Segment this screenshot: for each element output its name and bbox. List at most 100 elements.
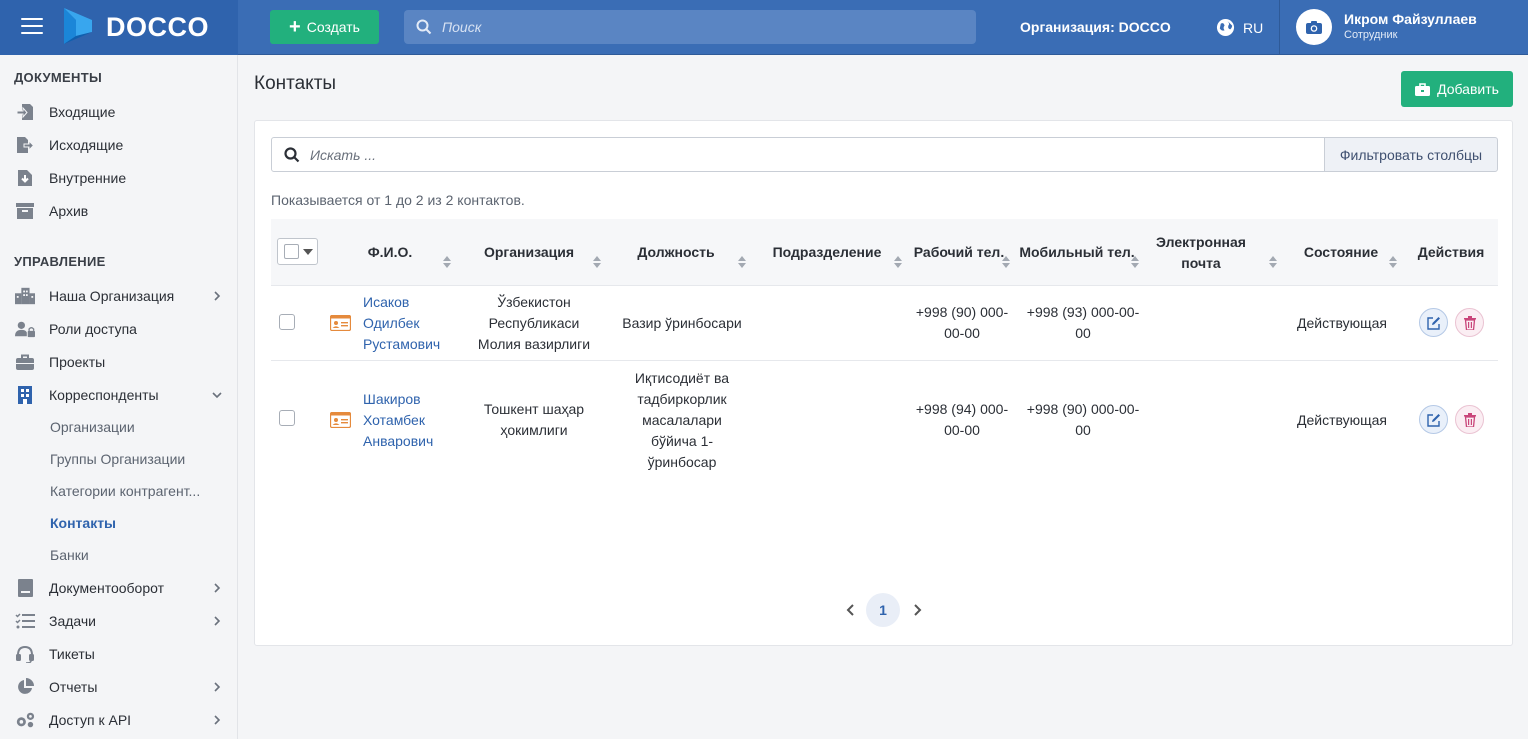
cell-status: Действующая bbox=[1296, 314, 1387, 331]
headset-icon bbox=[15, 644, 35, 664]
column-mobile-phone[interactable]: Мобильный тел. bbox=[1019, 219, 1135, 286]
sort-icon bbox=[443, 256, 451, 268]
global-search-input[interactable] bbox=[442, 19, 942, 35]
row-checkbox[interactable] bbox=[279, 410, 295, 426]
contacts-search-input[interactable] bbox=[310, 146, 1290, 163]
sidebar-item-projects[interactable]: Проекты bbox=[0, 345, 237, 378]
language-label: RU bbox=[1243, 19, 1264, 36]
menu-toggle-icon[interactable] bbox=[21, 18, 43, 36]
sidebar-item-label: Документооборот bbox=[49, 579, 165, 596]
contact-name-link[interactable]: Шакиров Хотамбек Анварович bbox=[363, 361, 459, 479]
archive-icon bbox=[15, 201, 35, 221]
table-header: Ф.И.О. Организация Должность Подразделен… bbox=[271, 219, 1498, 286]
gears-icon bbox=[15, 710, 35, 730]
outbox-icon bbox=[15, 135, 35, 155]
sidebar-item-label: Архив bbox=[49, 202, 89, 219]
sidebar-item-tasks[interactable]: Задачи bbox=[0, 604, 237, 637]
filter-columns-button[interactable]: Фильтровать столбцы bbox=[1324, 137, 1498, 172]
sidebar-item-label: Внутренние bbox=[49, 169, 127, 186]
sidebar-subitem-counterparty-categories[interactable]: Категории контрагент... bbox=[50, 483, 200, 499]
cell-position: Иқтисодиёт ва тадбиркорлик масалалари бў… bbox=[634, 369, 730, 470]
select-all-dropdown[interactable] bbox=[277, 238, 318, 265]
column-fio[interactable]: Ф.И.О. bbox=[355, 219, 425, 286]
organization-label[interactable]: Организация: DOCCO bbox=[1020, 19, 1171, 35]
add-contact-button[interactable]: Добавить bbox=[1401, 71, 1513, 107]
edit-icon bbox=[1426, 413, 1440, 427]
search-icon bbox=[416, 19, 432, 35]
building-icon bbox=[15, 286, 35, 306]
results-count: Показывается от 1 до 2 из 2 контактов. bbox=[271, 192, 525, 208]
sidebar-item-tickets[interactable]: Тикеты bbox=[0, 637, 237, 670]
sidebar-item-document-flow[interactable]: Документооборот bbox=[0, 571, 237, 604]
language-switcher[interactable]: RU bbox=[1216, 18, 1263, 37]
column-organization[interactable]: Организация bbox=[467, 219, 591, 286]
delete-button[interactable] bbox=[1455, 405, 1484, 434]
sidebar-item-api-access[interactable]: Доступ к API bbox=[0, 703, 237, 736]
delete-button[interactable] bbox=[1455, 308, 1484, 337]
sidebar-item-access-roles[interactable]: Роли доступа bbox=[0, 312, 237, 345]
sidebar-item-internal[interactable]: Внутренние bbox=[0, 161, 237, 194]
row-checkbox[interactable] bbox=[279, 314, 295, 330]
sort-icon bbox=[1389, 256, 1397, 268]
chevron-right-icon bbox=[214, 714, 221, 725]
column-status[interactable]: Состояние bbox=[1287, 219, 1395, 286]
contacts-search[interactable] bbox=[271, 137, 1325, 172]
chevron-right-icon bbox=[214, 582, 221, 593]
contacts-card: Фильтровать столбцы Показывается от 1 до… bbox=[254, 120, 1513, 646]
cell-organization: Тошкент шаҳар ҳокимлиги bbox=[483, 401, 585, 438]
add-button-label: Добавить bbox=[1437, 81, 1499, 97]
cell-department bbox=[759, 361, 895, 479]
sidebar-item-label: Проекты bbox=[49, 353, 106, 370]
sidebar-item-outgoing[interactable]: Исходящие bbox=[0, 128, 237, 161]
cell-email bbox=[1143, 361, 1273, 479]
contact-name-link[interactable]: Исаков Одилбек Рустамович bbox=[363, 286, 459, 360]
globe-icon bbox=[1216, 18, 1235, 37]
chevron-right-icon bbox=[214, 681, 221, 692]
sidebar-item-label: Входящие bbox=[49, 103, 116, 120]
chevron-right-icon bbox=[214, 615, 221, 626]
sort-icon bbox=[1131, 256, 1139, 268]
logo-text: DOCCO bbox=[106, 12, 209, 42]
sidebar-item-label: Отчеты bbox=[49, 678, 98, 695]
sidebar-subitem-contacts[interactable]: Контакты bbox=[50, 515, 116, 531]
edit-button[interactable] bbox=[1419, 308, 1448, 337]
global-search[interactable] bbox=[404, 10, 976, 44]
select-all-checkbox[interactable] bbox=[284, 244, 299, 259]
user-role: Сотрудник bbox=[1344, 29, 1398, 41]
sidebar-item-incoming[interactable]: Входящие bbox=[0, 95, 237, 128]
chevron-down-icon bbox=[212, 391, 222, 398]
pagination-next-icon[interactable] bbox=[910, 603, 924, 617]
inbox-icon bbox=[15, 102, 35, 122]
user-name[interactable]: Икром Файзуллаев bbox=[1344, 11, 1477, 27]
column-position[interactable]: Должность bbox=[617, 219, 735, 286]
pagination-prev-icon[interactable] bbox=[844, 603, 858, 617]
column-department[interactable]: Подразделение bbox=[759, 219, 895, 286]
create-button[interactable]: + Создать bbox=[270, 10, 379, 44]
column-work-phone[interactable]: Рабочий тел. bbox=[911, 219, 1007, 286]
sidebar-subitem-organizations[interactable]: Организации bbox=[50, 419, 135, 435]
sidebar-item-label: Тикеты bbox=[49, 645, 95, 662]
sidebar-item-our-organization[interactable]: Наша Организация bbox=[0, 279, 237, 312]
sort-icon bbox=[1002, 256, 1010, 268]
pagination-page[interactable]: 1 bbox=[866, 593, 900, 627]
sidebar-subitem-banks[interactable]: Банки bbox=[50, 547, 89, 563]
sidebar-item-label: Наша Организация bbox=[49, 287, 175, 304]
table-row: Исаков Одилбек Рустамович Ўзбекистон Рес… bbox=[271, 286, 1498, 361]
briefcase-plus-icon bbox=[1415, 82, 1431, 96]
internal-doc-icon bbox=[15, 168, 35, 188]
brand-area: DOCCO bbox=[0, 0, 238, 55]
camera-icon bbox=[1306, 20, 1322, 34]
tasks-icon bbox=[15, 611, 35, 631]
sidebar-item-label: Роли доступа bbox=[49, 320, 137, 337]
column-email[interactable]: Электронная почта bbox=[1143, 219, 1259, 286]
sidebar: ДОКУМЕНТЫ Входящие Исходящие Внутренние … bbox=[0, 55, 238, 739]
caret-down-icon bbox=[303, 248, 313, 255]
sidebar-item-reports[interactable]: Отчеты bbox=[0, 670, 237, 703]
sidebar-item-archive[interactable]: Архив bbox=[0, 194, 237, 227]
sidebar-item-correspondents[interactable]: Корреспонденты bbox=[0, 378, 237, 411]
edit-button[interactable] bbox=[1419, 405, 1448, 434]
sidebar-subitem-org-groups[interactable]: Группы Организации bbox=[50, 451, 185, 467]
page-title: Контакты bbox=[254, 73, 337, 94]
cell-mobile-phone: +998 (90) 000-00-00 bbox=[1026, 401, 1140, 438]
avatar[interactable] bbox=[1296, 9, 1332, 45]
